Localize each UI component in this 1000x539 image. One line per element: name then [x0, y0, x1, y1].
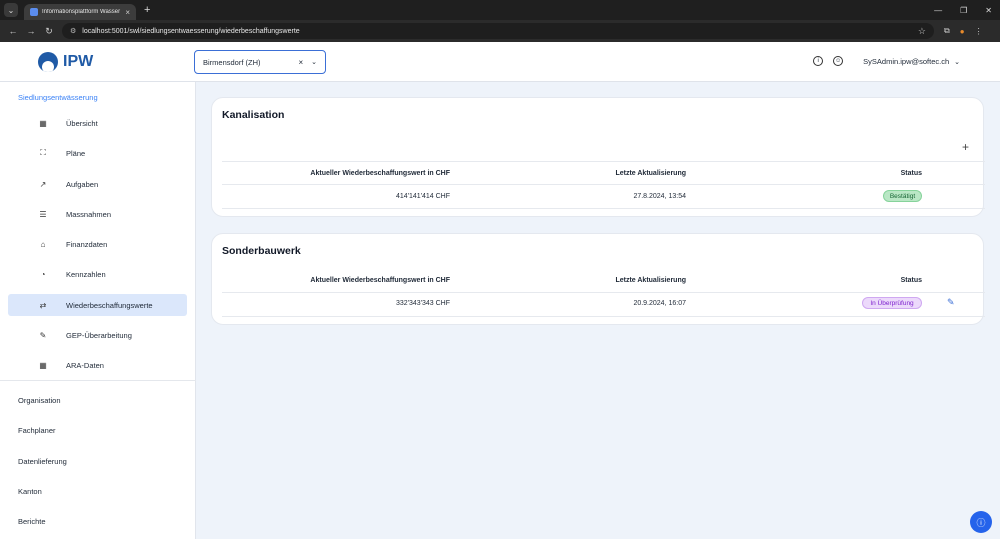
table-icon: ▦ [39, 118, 47, 128]
table-divider [222, 161, 985, 162]
user-email: SySAdmin.ipw@softec.ch [863, 56, 950, 66]
back-icon[interactable]: ← [8, 26, 18, 36]
grid-icon: ▦ [39, 360, 47, 370]
logo-text: IPW [63, 53, 94, 70]
browser-toolbar: ← → ↻ ⚙ localhost:5001/swl/siedlungsentw… [0, 20, 1000, 42]
commune-value: Birmensdorf (ZH) [203, 57, 261, 67]
info-icon[interactable]: i [813, 56, 824, 66]
sidebar-item-label: Finanzdaten [66, 239, 108, 249]
extensions-icon[interactable]: ⧉ [944, 26, 950, 36]
sidebar-item-uebersicht[interactable]: ▦ Übersicht [8, 112, 187, 134]
add-icon[interactable]: + [962, 140, 969, 154]
edit-pencil-icon[interactable]: ✎ [947, 297, 955, 308]
map-icon: ⛶ [40, 148, 46, 157]
sidebar-item-label: GEP-Überarbeitung [66, 330, 132, 340]
sidebar-item-label: Massnahmen [66, 209, 112, 219]
column-header-updated: Letzte Aktualisierung [615, 277, 686, 284]
sidebar-item-ara-daten[interactable]: ▦ ARA-Daten [8, 354, 187, 376]
piggy-bank-icon: ◔ [40, 269, 46, 279]
info-circle-icon: ⓘ [976, 517, 986, 528]
sidebar-item-finanzdaten[interactable]: ⌂ Finanzdaten [8, 233, 187, 255]
column-header-updated: Letzte Aktualisierung [615, 170, 686, 177]
sidebar-item-label: ARA-Daten [66, 360, 104, 370]
account-icon[interactable]: ☺ [833, 56, 844, 66]
app-header: IPW Birmensdorf (ZH) × ⌄ i ☺ SySAdmin.ip… [0, 42, 1000, 82]
column-header-value: Aktueller Wiederbeschaffungswert in CHF [310, 170, 450, 177]
new-tab-icon[interactable]: + [144, 4, 150, 16]
chevron-down-icon[interactable]: ⌄ [311, 58, 317, 66]
sidebar-item-organisation[interactable]: Organisation [18, 396, 61, 405]
close-window-icon[interactable]: ✕ [985, 6, 992, 15]
status-badge: In Überprüfung [862, 297, 922, 309]
restore-icon[interactable]: ❐ [960, 6, 967, 15]
sidebar-item-kennzahlen[interactable]: ◔ Kennzahlen [8, 263, 187, 285]
browser-tabbar: ⌄ Informationsplattform Wasser × + — ❐ ✕ [0, 0, 1000, 20]
user-menu[interactable]: SySAdmin.ipw@softec.ch ⌄ [863, 57, 960, 66]
forward-icon[interactable]: → [26, 26, 36, 36]
card-sonderbauwerk: Sonderbauwerk Aktueller Wiederbeschaffun… [211, 233, 985, 325]
table-divider [222, 184, 985, 185]
window-controls: — ❐ ✕ [934, 0, 992, 20]
replacement-value: 414'141'414 CHF [395, 193, 450, 200]
sidebar-item-aufgaben[interactable]: ↗ Aufgaben [8, 173, 187, 195]
clear-selection-icon[interactable]: × [298, 58, 303, 67]
arrow-up-right-icon: ↗ [39, 179, 47, 189]
table-divider [222, 316, 985, 317]
card-kanalisation: Kanalisation + Aktueller Wiederbeschaffu… [211, 97, 985, 217]
sidebar-item-berichte[interactable]: Berichte [18, 517, 46, 526]
tab-close-icon[interactable]: × [125, 8, 130, 17]
checklist-icon: ☰ [39, 209, 47, 219]
column-header-status: Status [900, 170, 922, 177]
sidebar-item-label: Pläne [66, 148, 86, 158]
sidebar-item-label: Wiederbeschaffungswerte [66, 300, 153, 310]
sidebar-item-wiederbeschaffungswerte[interactable]: ⇄ Wiederbeschaffungswerte [8, 294, 187, 316]
table-divider [222, 292, 985, 293]
sidebar-item-label: Übersicht [66, 118, 98, 128]
last-updated: 20.9.2024, 16:07 [633, 300, 686, 307]
sidebar-item-plaene[interactable]: ⛶ Pläne [8, 142, 187, 164]
minimize-icon[interactable]: — [934, 6, 942, 15]
site-info-icon[interactable]: ⚙ [70, 27, 76, 35]
bookmark-star-icon[interactable]: ☆ [918, 26, 926, 37]
reload-icon[interactable]: ↻ [44, 26, 54, 37]
user-chevron-down-icon: ⌄ [954, 58, 960, 66]
sidebar: Siedlungsentwässerung ▦ Übersicht ⛶ Plän… [0, 82, 196, 539]
logo[interactable]: IPW [38, 52, 93, 72]
status-badge: Bestätigt [883, 190, 922, 202]
sidebar-section-siedlungsentwaesserung[interactable]: Siedlungsentwässerung [18, 93, 98, 102]
commune-select[interactable]: Birmensdorf (ZH) × ⌄ [194, 50, 326, 74]
column-header-value: Aktueller Wiederbeschaffungswert in CHF [310, 277, 450, 284]
tab-list-chevron-icon[interactable]: ⌄ [4, 3, 18, 17]
last-updated: 27.8.2024, 13:54 [633, 193, 686, 200]
column-header-status: Status [900, 277, 922, 284]
browser-menu-icon[interactable]: ⋮ [975, 27, 983, 36]
logo-mark-icon [38, 52, 58, 72]
sidebar-item-datenlieferung[interactable]: Datenlieferung [18, 457, 67, 466]
card-title: Sonderbauwerk [222, 245, 301, 257]
tab-title: Informationsplattform Wasser [42, 9, 121, 15]
card-title: Kanalisation [222, 109, 285, 121]
favicon-icon [30, 8, 38, 16]
sidebar-divider [0, 380, 196, 381]
browser-tab[interactable]: Informationsplattform Wasser × [24, 4, 136, 20]
sidebar-item-label: Kennzahlen [66, 269, 106, 279]
bank-icon: ⌂ [40, 239, 46, 249]
sidebar-item-massnahmen[interactable]: ☰ Massnahmen [8, 203, 187, 225]
sidebar-item-fachplaner[interactable]: Fachplaner [18, 426, 56, 435]
header-actions: i ☺ SySAdmin.ipw@softec.ch ⌄ [803, 56, 960, 66]
sidebar-item-label: Aufgaben [66, 179, 99, 189]
address-bar[interactable]: ⚙ localhost:5001/swl/siedlungsentwaesser… [62, 23, 934, 39]
sidebar-item-kanton[interactable]: Kanton [18, 487, 42, 496]
help-info-button[interactable]: ⓘ [970, 511, 992, 533]
sidebar-item-gep-ueberarbeitung[interactable]: ✎ GEP-Überarbeitung [8, 324, 187, 346]
edit-person-icon: ✎ [39, 330, 47, 340]
url-text: localhost:5001/swl/siedlungsentwaesserun… [82, 27, 300, 35]
profile-icon[interactable]: ● [960, 27, 965, 36]
table-divider [222, 208, 985, 209]
swap-arrows-icon: ⇄ [39, 300, 47, 310]
replacement-value: 332'343'343 CHF [395, 300, 450, 307]
